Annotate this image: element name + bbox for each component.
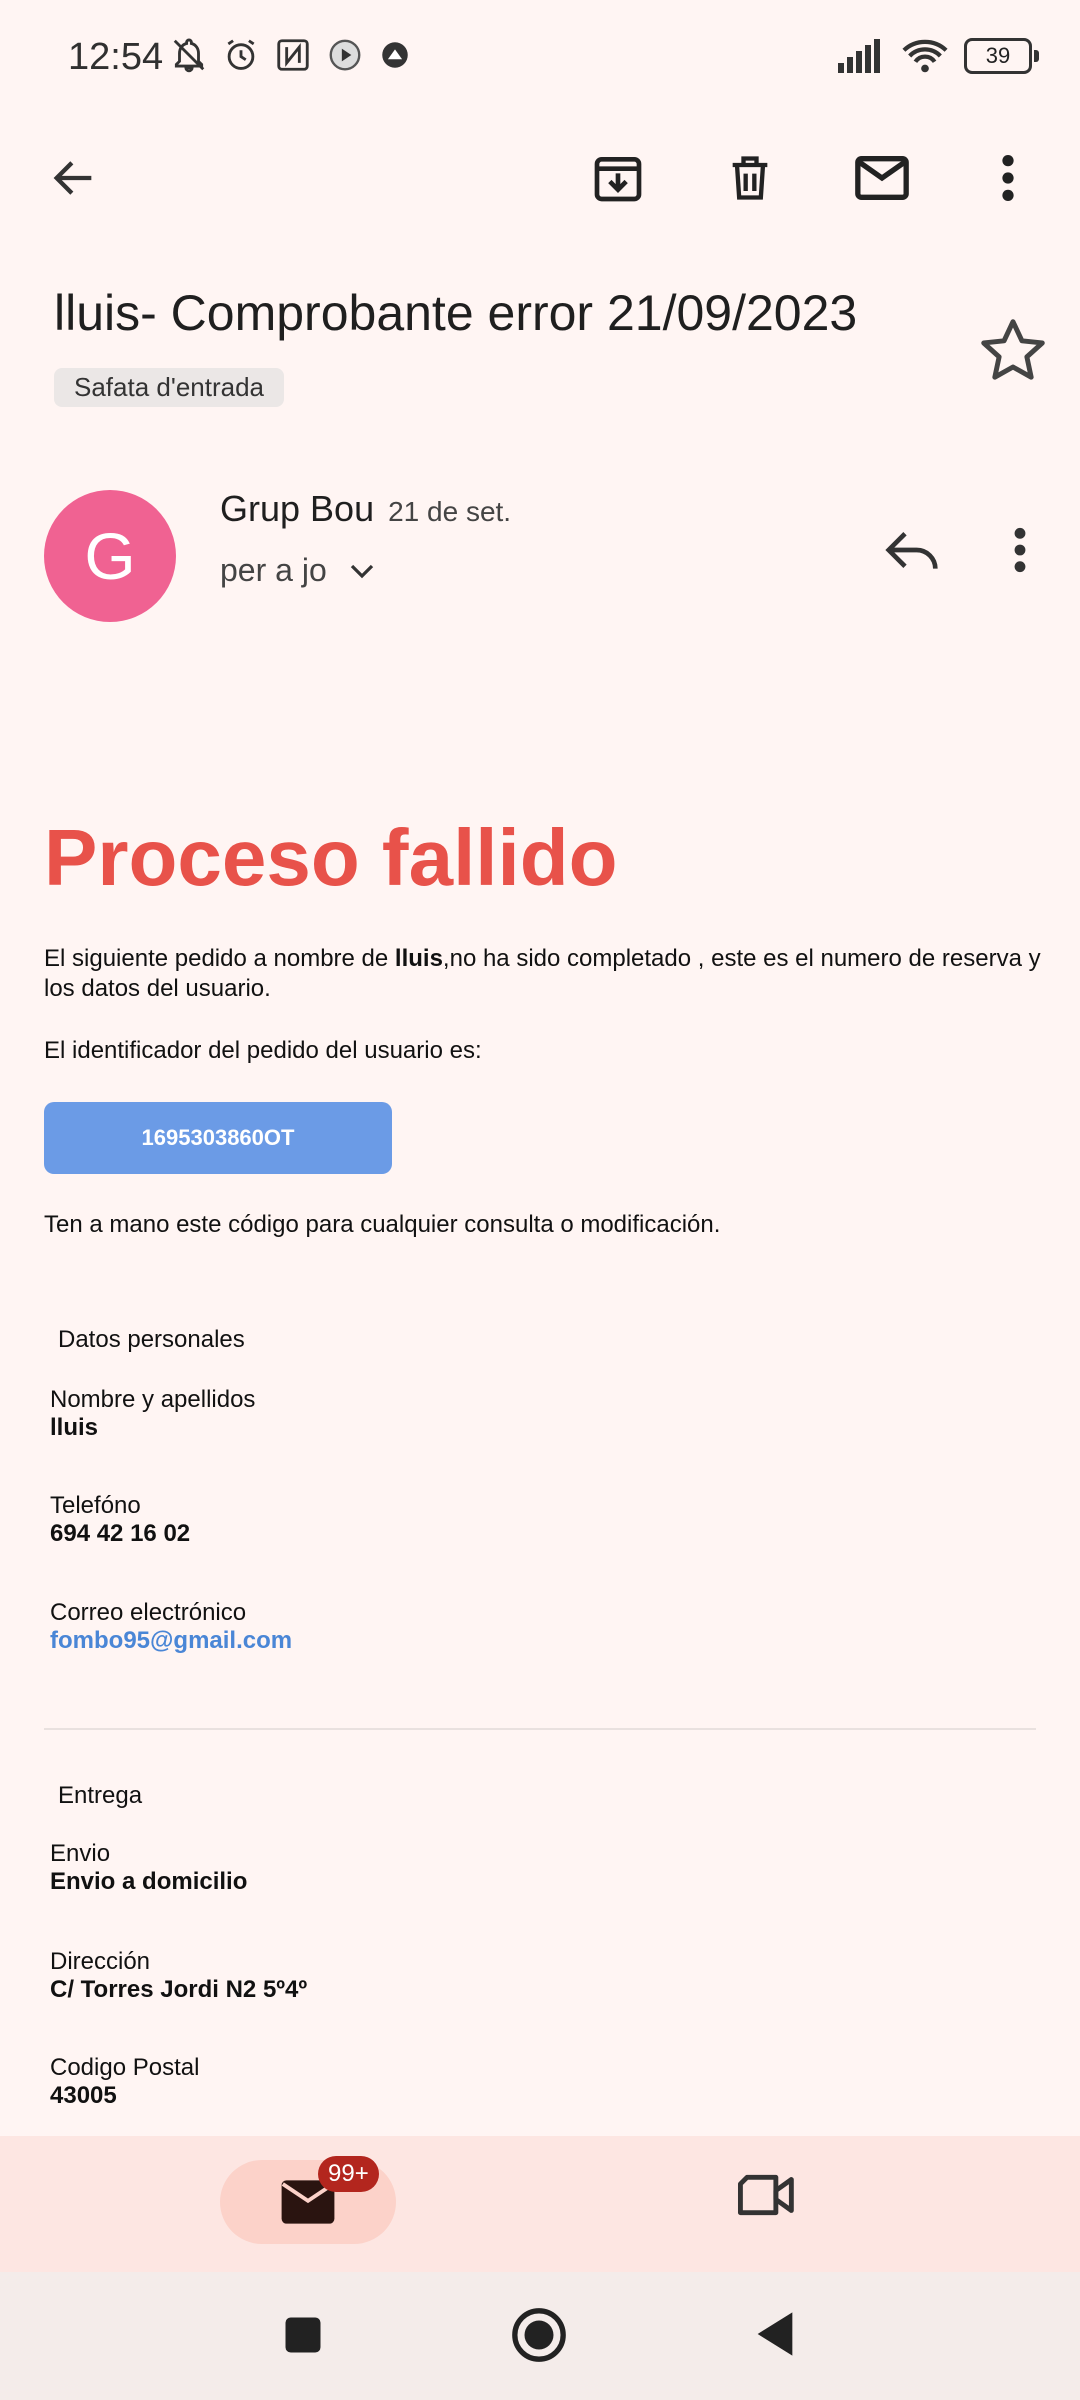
unread-badge: 99+ <box>318 2156 379 2192</box>
address-label: Dirección <box>50 1948 151 1975</box>
trash-icon <box>732 156 768 200</box>
alarm-icon <box>227 39 255 70</box>
shipping-value: Envio a domicilio <box>50 1868 248 1895</box>
zip-value: 43005 <box>50 2082 117 2109</box>
email-date: 21 de set. <box>388 496 512 527</box>
media-play-icon <box>329 39 361 71</box>
chevron-down-icon <box>350 564 373 578</box>
inbox-label-chip[interactable]: Safata d'entrada <box>54 368 284 407</box>
intro-paragraph: El siguiente pedido a nombre de lluis,no… <box>44 944 1044 1004</box>
status-icons-left <box>170 36 412 74</box>
star-icon <box>981 319 1045 380</box>
email-label: Correo electrónico <box>50 1599 247 1626</box>
order-id-label: El identificador del pedido del usuario … <box>44 1037 482 1064</box>
intro-prefix: El siguiente pedido a nombre de <box>44 945 395 972</box>
more-vert-icon <box>1002 155 1014 201</box>
personal-data-title: Datos personales <box>58 1326 245 1353</box>
back-arrow-icon <box>53 161 92 195</box>
home-circle-icon <box>512 2308 566 2362</box>
recipient-toggle[interactable]: per a jo <box>220 552 377 589</box>
nfc-icon <box>277 39 309 71</box>
app-notification-icon <box>382 42 408 68</box>
delete-button[interactable] <box>702 130 798 226</box>
reply-button[interactable] <box>872 510 952 590</box>
address-value: C/ Torres Jordi N2 5º4º <box>50 1976 308 2003</box>
mark-unread-button[interactable] <box>834 130 930 226</box>
more-options-button[interactable] <box>960 130 1056 226</box>
sender-avatar[interactable]: G <box>44 490 176 622</box>
back-triangle-icon <box>757 2312 793 2356</box>
recipient-text: per a jo <box>220 552 327 588</box>
zip-label: Codigo Postal <box>50 2054 200 2081</box>
square-icon <box>285 2317 321 2353</box>
back-button[interactable] <box>26 130 122 226</box>
recent-apps-button[interactable] <box>282 2314 324 2361</box>
name-value: lluis <box>50 1414 99 1441</box>
keep-code-note: Ten a mano este código para cualquier co… <box>44 1211 721 1238</box>
email-subject: lluis- Comprobante error 21/09/2023 <box>54 285 858 341</box>
section-divider <box>44 1728 1036 1730</box>
status-icons-right: 39 <box>836 38 1039 74</box>
wifi-icon <box>902 39 948 73</box>
email-headline: Proceso fallido <box>44 813 618 902</box>
phone-label: Telefóno <box>50 1492 141 1519</box>
shipping-label: Envio <box>50 1840 111 1867</box>
sender-name: Grup Bou <box>220 488 375 529</box>
order-id-button[interactable]: 1695303860OT <box>44 1102 392 1174</box>
notifications-off-icon <box>173 38 205 73</box>
delivery-title: Entrega <box>58 1782 143 1809</box>
meet-tab[interactable] <box>736 2168 806 2238</box>
email-toolbar <box>0 130 1080 226</box>
status-bar: 12:54 39 <box>0 0 1080 120</box>
system-back-button[interactable] <box>752 2308 798 2365</box>
more-vert-icon <box>1014 527 1026 573</box>
message-more-button[interactable] <box>992 510 1048 590</box>
reply-icon <box>885 532 938 569</box>
sender-line: Grup Bou 21 de set. <box>220 488 511 530</box>
archive-icon <box>594 157 642 202</box>
bottom-navigation <box>0 2136 1080 2272</box>
name-label: Nombre y apellidos <box>50 1386 256 1413</box>
video-camera-icon <box>737 2174 794 2216</box>
intro-name: lluis <box>394 945 443 972</box>
status-time: 12:54 <box>68 36 164 78</box>
mail-icon <box>855 156 909 200</box>
archive-button[interactable] <box>570 130 666 226</box>
email-link[interactable]: fombo95@gmail.com <box>50 1627 292 1655</box>
battery-indicator: 39 <box>964 38 1039 74</box>
phone-value[interactable]: 694 42 16 02 <box>50 1520 190 1548</box>
signal-icon <box>838 39 880 73</box>
home-button[interactable] <box>510 2306 568 2369</box>
star-button[interactable] <box>976 314 1050 388</box>
